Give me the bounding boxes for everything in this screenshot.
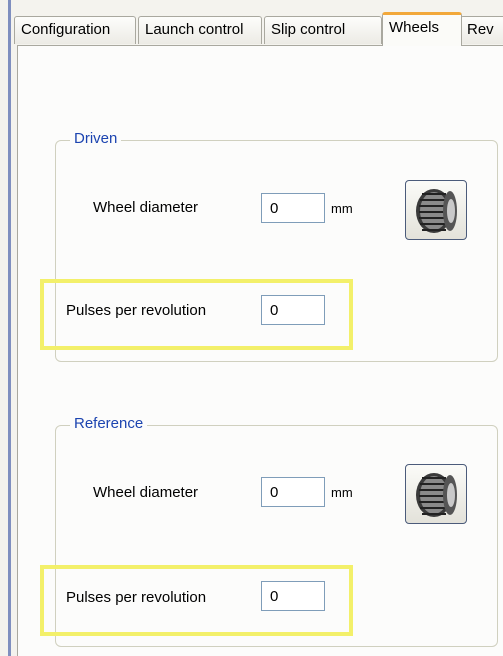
- driven-pulses-label: Pulses per revolution: [66, 302, 207, 319]
- reference-wheel-diameter-unit: mm: [331, 485, 353, 500]
- tab-launch-control[interactable]: Launch control: [138, 16, 262, 44]
- driven-tire-button[interactable]: [405, 180, 467, 240]
- driven-wheel-diameter-unit: mm: [331, 201, 353, 216]
- window-left-border: [8, 0, 11, 656]
- reference-wheel-diameter-input[interactable]: 0: [261, 477, 325, 507]
- tab-rev[interactable]: Rev: [460, 16, 503, 44]
- driven-wheel-diameter-label: Wheel diameter: [93, 199, 199, 216]
- tab-wheels[interactable]: Wheels: [382, 12, 462, 46]
- reference-pulses-label: Pulses per revolution: [66, 589, 207, 606]
- settings-window: Configuration Launch control Slip contro…: [0, 0, 503, 656]
- tab-configuration[interactable]: Configuration: [14, 16, 136, 44]
- tab-slip-control[interactable]: Slip control: [264, 16, 382, 44]
- tab-strip: Configuration Launch control Slip contro…: [14, 0, 503, 46]
- driven-wheel-diameter-input[interactable]: 0: [261, 193, 325, 223]
- reference-pulses-input[interactable]: 0: [261, 581, 325, 611]
- driven-pulses-input[interactable]: 0: [261, 295, 325, 325]
- driven-group-title: Driven: [70, 130, 122, 147]
- reference-wheel-diameter-label: Wheel diameter: [93, 484, 199, 501]
- tire-icon: [416, 189, 457, 233]
- reference-group-title: Reference: [70, 415, 148, 432]
- tire-icon: [416, 473, 457, 517]
- reference-tire-button[interactable]: [405, 464, 467, 524]
